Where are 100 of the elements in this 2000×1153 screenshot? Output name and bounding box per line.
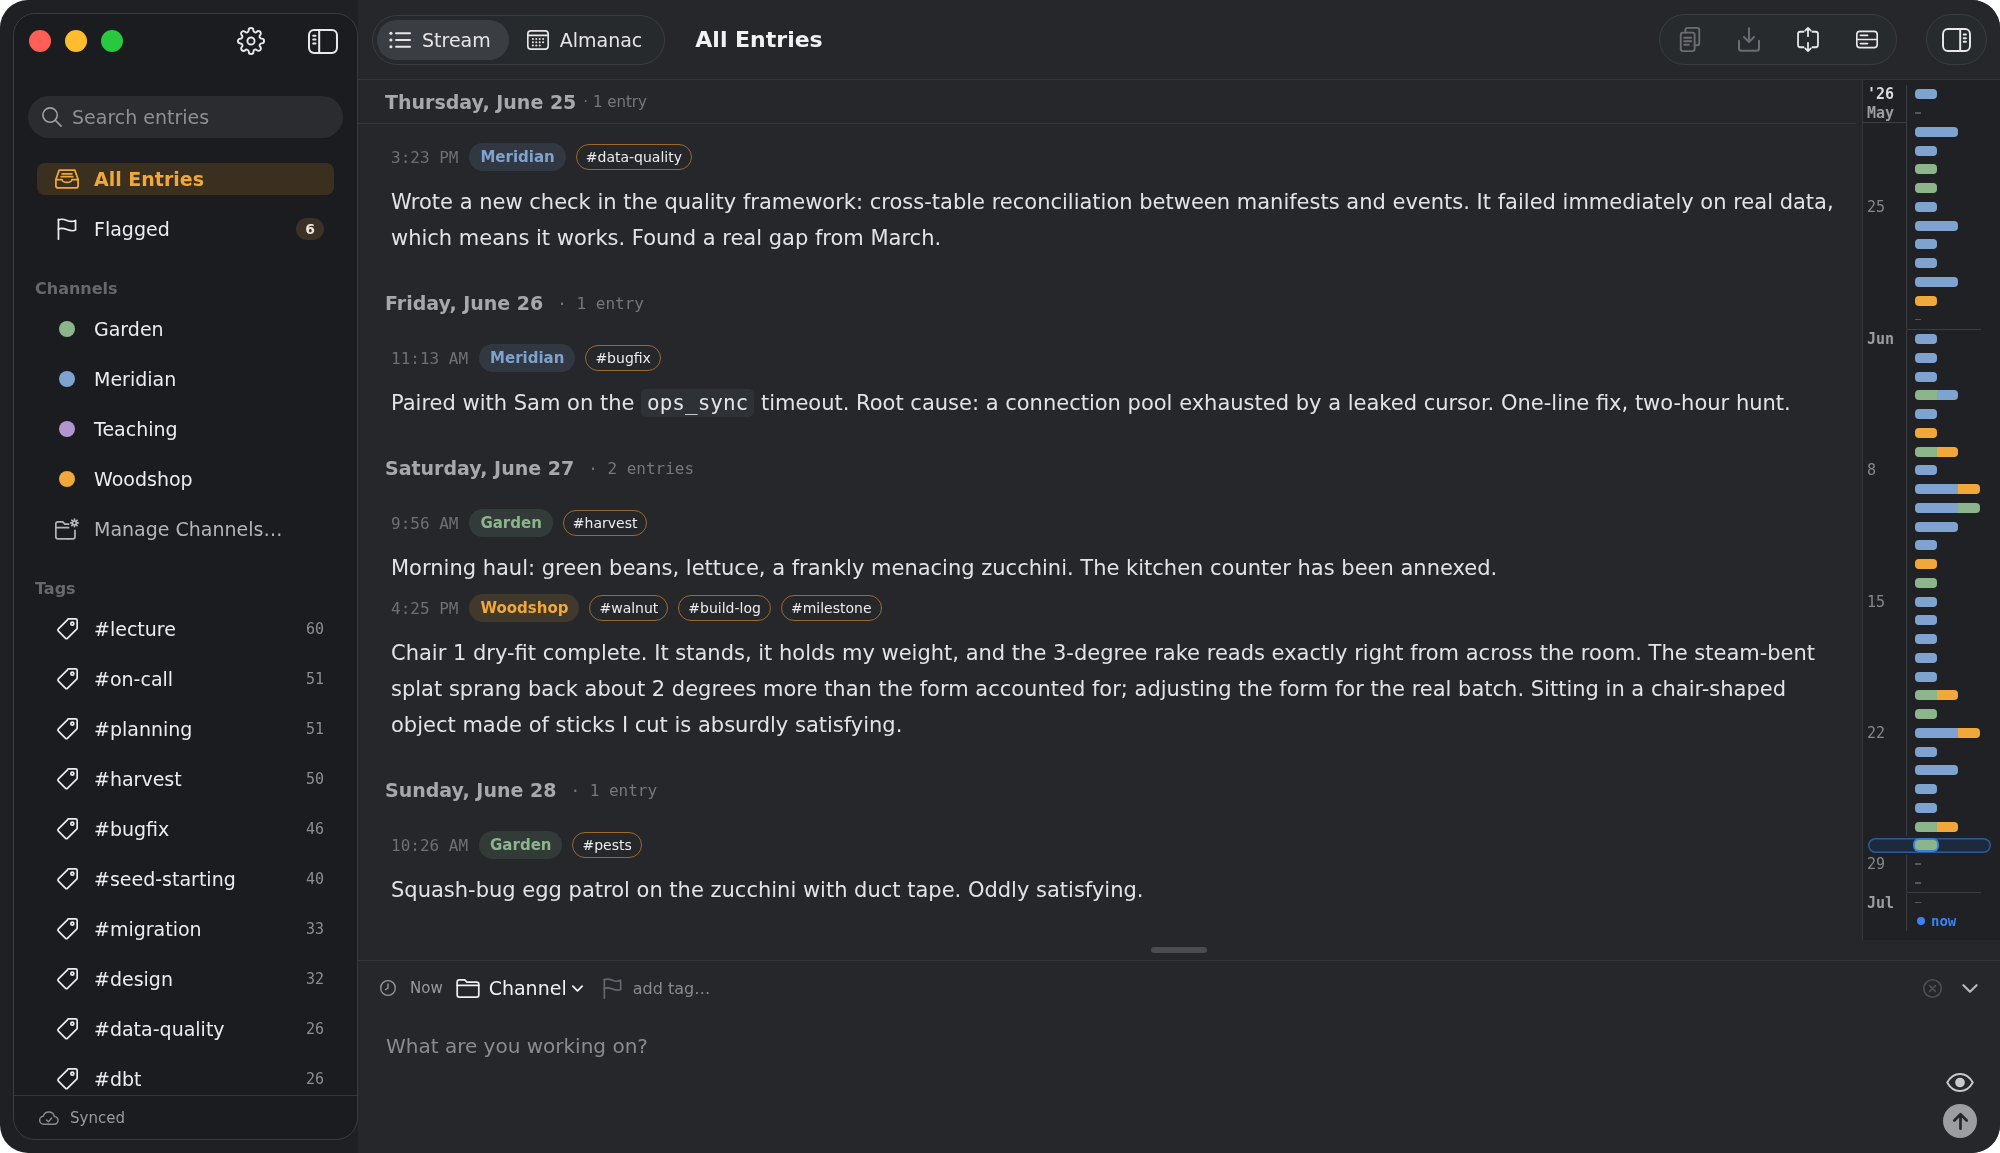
sync-status: Synced	[70, 1108, 125, 1127]
dash-icon	[1915, 863, 1921, 865]
day-label: 25	[1867, 197, 1886, 216]
sidebar-toggle-icon	[1942, 27, 1971, 52]
entry-time: 11:13 AM	[391, 348, 469, 368]
year-label: '26	[1867, 85, 1895, 104]
section-heading: Channels	[35, 279, 118, 299]
timeline-day[interactable]: May	[1863, 103, 2000, 123]
calendar-icon	[526, 29, 549, 50]
count-badge: 6	[296, 218, 324, 240]
entry-text: Squash-bug egg patrol on the zucchini with duct tape. Oddly satisfying.	[391, 877, 1145, 904]
entry-text: Paired with Sam on the ops_sync timeout. Root cause: a connection pool exhausted by a leaked cursor. One-line fix, two-hour hunt.	[391, 388, 1792, 419]
entry-text: Wrote a new check in the quality framework: cross-table reconciliation between manifests and events. It failed immediately on real data, which means it works. Found a real gap from March.	[391, 189, 1835, 252]
channel-chip[interactable]: Woodshop	[469, 594, 580, 622]
tag-item[interactable]: #lecture 60	[37, 613, 334, 645]
dash-icon	[1915, 882, 1921, 884]
channel-item[interactable]: Teaching	[37, 413, 334, 445]
flag-icon[interactable]	[602, 977, 622, 999]
zoom-button[interactable]	[101, 30, 123, 52]
panel-toggle-button[interactable]	[1926, 14, 1987, 65]
chevron-down-icon	[571, 984, 583, 992]
tag-item[interactable]: #data-quality 26	[37, 1013, 334, 1045]
tag-icon	[55, 868, 79, 890]
channel-chip[interactable]: Garden	[479, 831, 563, 859]
channel-item[interactable]: Garden	[37, 313, 334, 345]
timeline-day[interactable]: 25	[1863, 197, 2000, 217]
channel-chip[interactable]: Garden	[469, 509, 553, 537]
page-title: All Entries	[695, 27, 823, 52]
sidebar-toggle-icon[interactable]	[308, 28, 338, 54]
dash-icon	[1915, 901, 1921, 904]
tag-item[interactable]: #on-call 51	[37, 663, 334, 695]
entry-time: 3:23 PM	[391, 147, 459, 167]
tag-icon	[55, 818, 79, 840]
timeline-day[interactable]: 15	[1863, 592, 2000, 611]
timeline-day[interactable]: '26	[1863, 85, 2000, 104]
tag-icon	[55, 968, 79, 990]
manage-channels-item[interactable]: Manage Channels…	[37, 513, 334, 545]
tag-count: 26	[305, 1070, 324, 1088]
timeline-day[interactable]	[1868, 838, 1991, 853]
tag-field[interactable]: add tag…	[632, 975, 833, 1001]
date-heading: Saturday, June 27	[385, 457, 575, 479]
month-label: Jun	[1867, 330, 1895, 349]
tag-icon	[55, 618, 79, 640]
timeline-day[interactable]: 8	[1863, 461, 2000, 480]
timeline-day[interactable]: Jul	[1863, 893, 2000, 912]
flag-icon	[55, 218, 79, 240]
entry-text: Morning haul: green beans, lettuce, a frankly menacing zucchini. The kitchen counter has been annexed.	[391, 555, 1499, 582]
tag-item[interactable]: #dbt 26	[37, 1063, 334, 1095]
settings-icon[interactable]	[237, 27, 265, 55]
channel-item[interactable]: Woodshop	[37, 463, 334, 495]
entry-count: · 2 entries	[588, 458, 695, 478]
entry-count: · 1 entry	[557, 293, 644, 313]
channel-dropdown[interactable]: Channel	[455, 977, 583, 999]
entry-field[interactable]: What are you working on?	[386, 1031, 1930, 1131]
entry-text: Chair 1 dry-fit complete. It stands, it holds my weight, and the 3-degree rake reads exactly right from across the room. The steam-bent splat sprang back about 2 degrees more than the form accounted for; adjusting the form for the real batch. Sitting in a chair-shaped object made of sticks I cut is absurdly satisfying.	[391, 640, 1817, 739]
list-icon	[389, 29, 411, 50]
search-field[interactable]: Search entries	[28, 96, 343, 138]
clock-icon	[380, 980, 396, 996]
eye-icon[interactable]	[1946, 1073, 1974, 1092]
date-heading: Sunday, June 28	[385, 779, 557, 801]
tag-item[interactable]: #planning 51	[37, 713, 334, 745]
chevron-down-icon[interactable]	[1962, 983, 1978, 993]
minimize-button[interactable]	[65, 30, 87, 52]
expand-icon[interactable]	[1796, 27, 1819, 52]
tag-item[interactable]: #design 32	[37, 963, 334, 995]
tag-item[interactable]: #bugfix 46	[37, 813, 334, 845]
cloud-check-icon	[39, 1110, 59, 1125]
timeline-day[interactable]: 29	[1863, 854, 2000, 874]
day-label: 29	[1867, 855, 1886, 874]
timeline-day[interactable]: 22	[1863, 723, 2000, 743]
entry-count: · 1 entry	[570, 780, 658, 800]
view-tab[interactable]: Almanac	[514, 19, 661, 60]
close-button[interactable]	[29, 30, 51, 52]
tag-count: 40	[305, 870, 324, 888]
channel-chip[interactable]: Meridian	[479, 344, 576, 372]
tag-count: 60	[305, 620, 324, 638]
resize-handle[interactable]	[1151, 947, 1207, 953]
tag-count: 46	[305, 820, 324, 838]
tag-icon	[55, 718, 79, 740]
view-tab[interactable]: Stream	[377, 19, 509, 60]
folder-icon	[455, 978, 480, 998]
dot-icon	[1917, 917, 1925, 926]
timeline-day[interactable]: Jun	[1863, 329, 2000, 349]
date-heading: Friday, June 26	[385, 292, 544, 314]
arrow-up-icon	[1952, 1112, 1968, 1130]
tag-item[interactable]: #seed-starting 40	[37, 863, 334, 895]
sidebar-item[interactable]: All Entries	[37, 163, 334, 195]
tag-item[interactable]: #migration 33	[37, 913, 334, 945]
channel-chip[interactable]: Meridian	[469, 143, 566, 171]
tag-count: 51	[305, 720, 324, 738]
day-label: 22	[1867, 723, 1886, 742]
entry-time: 4:25 PM	[391, 598, 459, 618]
channel-item[interactable]: Meridian	[37, 363, 334, 395]
search-icon	[42, 107, 62, 127]
time-button[interactable]: Now	[380, 979, 443, 997]
sidebar-item[interactable]: Flagged 6	[37, 213, 334, 245]
now-label: now	[1931, 913, 1957, 930]
dash-icon	[1915, 318, 1921, 321]
day-label: 15	[1867, 592, 1886, 611]
tag-item[interactable]: #harvest 50	[37, 763, 334, 795]
